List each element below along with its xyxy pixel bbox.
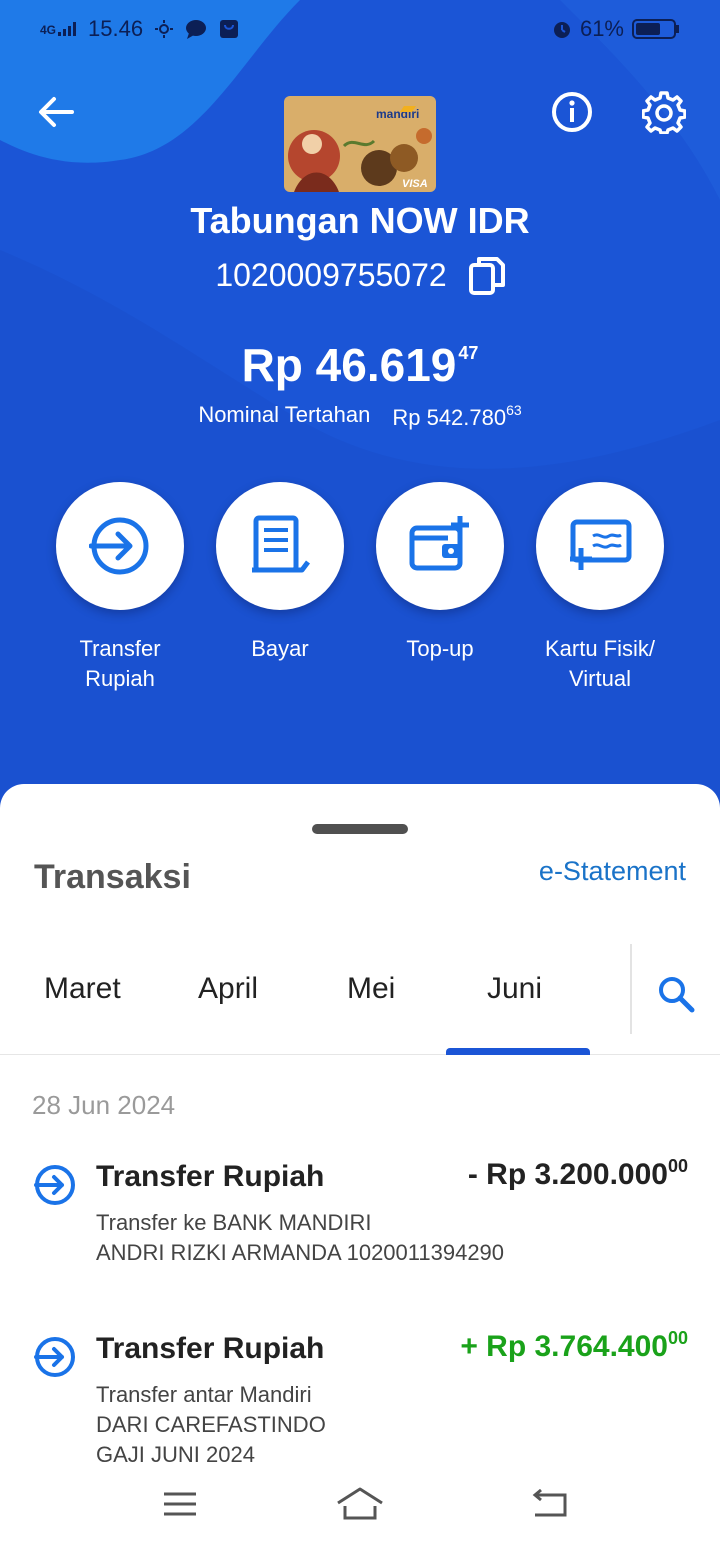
network-type: 4G <box>40 23 57 37</box>
search-button[interactable] <box>652 970 700 1018</box>
return-icon <box>532 1489 567 1517</box>
action-transfer-rupiah[interactable]: Transfer Rupiah <box>56 482 184 694</box>
tab-mei[interactable]: Mei <box>347 972 395 1006</box>
home-button[interactable] <box>334 1482 386 1526</box>
system-navigation-bar <box>0 1470 720 1544</box>
tab-maret[interactable]: Maret <box>44 972 121 1006</box>
back-arrow-icon <box>39 97 74 127</box>
active-tab-indicator <box>446 1048 590 1055</box>
menu-icon <box>164 1492 196 1516</box>
info-button[interactable] <box>550 90 594 134</box>
month-tabs: Maret April Mei Juni <box>0 944 720 1055</box>
account-header: 4G 15.46 61% mandiri VISA Tabungan NOW I… <box>0 0 720 860</box>
debit-card-image[interactable]: mandiri VISA <box>284 96 436 192</box>
action-label: Top-up <box>406 636 474 661</box>
held-amount-row: Nominal Tertahan Rp 542.78063 <box>0 402 720 431</box>
transfer-icon <box>34 1165 75 1205</box>
recent-apps-button[interactable] <box>160 1484 200 1524</box>
card-add-icon <box>570 519 632 570</box>
transaction-item[interactable]: Transfer Rupiah - Rp 3.200.00000 Transfe… <box>0 1156 720 1270</box>
transaction-description: Transfer antar Mandiri DARI CAREFASTINDO… <box>96 1382 326 1467</box>
transaction-name: Transfer Rupiah <box>96 1160 325 1193</box>
account-number-row: 1020009755072 <box>0 255 720 295</box>
action-topup[interactable]: Top-up <box>376 482 504 664</box>
e-statement-link[interactable]: e-Statement <box>539 856 686 887</box>
copy-icon[interactable] <box>468 255 505 295</box>
signal-icon <box>58 22 77 36</box>
transaction-name: Transfer Rupiah <box>96 1332 325 1365</box>
action-label: Kartu Fisik/ Virtual <box>544 636 656 691</box>
alarm-icon <box>553 22 570 38</box>
transactions-sheet: Transaksi e-Statement Maret April Mei Ju… <box>0 784 720 1544</box>
network-indicator: 4G <box>40 22 77 37</box>
settings-button[interactable] <box>640 88 688 136</box>
account-number: 1020009755072 <box>215 256 447 293</box>
brightness-icon <box>155 20 174 38</box>
action-kartu-fisik-virtual[interactable]: Kartu Fisik/ Virtual <box>536 482 664 694</box>
chat-icon <box>186 20 207 39</box>
held-amount: Rp 542.78063 <box>392 402 522 430</box>
transaction-date: 28 Jun 2024 <box>32 1090 176 1120</box>
held-label: Nominal Tertahan <box>198 402 371 427</box>
gear-icon <box>642 91 686 134</box>
account-name: Tabungan NOW IDR <box>190 200 530 241</box>
home-icon <box>337 1487 383 1520</box>
card-network-logo: VISA <box>402 178 428 190</box>
battery-percent: 61% <box>579 16 624 41</box>
action-label: Bayar <box>251 636 309 661</box>
status-bar: 4G 15.46 61% <box>40 14 680 44</box>
transfer-icon <box>34 1337 75 1377</box>
tabs-divider <box>630 944 632 1034</box>
transaction-description: Transfer ke BANK MANDIRI ANDRI RIZKI ARM… <box>96 1210 505 1265</box>
tab-april[interactable]: April <box>198 972 258 1006</box>
battery-icon <box>632 19 679 39</box>
wallet-add-icon <box>409 516 469 571</box>
card-artwork: mandiri VISA <box>284 96 436 192</box>
bill-icon <box>252 515 310 573</box>
action-label: Transfer Rupiah <box>79 636 161 691</box>
drag-handle[interactable] <box>312 824 408 834</box>
status-time: 15.46 <box>88 16 144 41</box>
transfer-icon <box>89 517 149 575</box>
info-icon <box>552 92 592 132</box>
transaction-amount: - Rp 3.200.00000 <box>467 1156 688 1191</box>
system-back-button[interactable] <box>528 1484 570 1524</box>
balance-cents: 47 <box>458 343 479 363</box>
transactions-title: Transaksi <box>34 858 191 896</box>
transaction-item[interactable]: Transfer Rupiah + Rp 3.764.40000 Transfe… <box>0 1328 720 1472</box>
account-balance: Rp 46.619 47 <box>0 338 720 392</box>
shopping-bag-icon <box>220 20 239 38</box>
search-icon <box>659 977 695 1013</box>
tab-juni[interactable]: Juni <box>487 972 542 1006</box>
action-bayar[interactable]: Bayar <box>216 482 344 664</box>
balance-amount: Rp 46.619 <box>241 339 457 391</box>
back-button[interactable] <box>36 92 76 132</box>
transaction-amount: + Rp 3.764.40000 <box>460 1328 688 1363</box>
